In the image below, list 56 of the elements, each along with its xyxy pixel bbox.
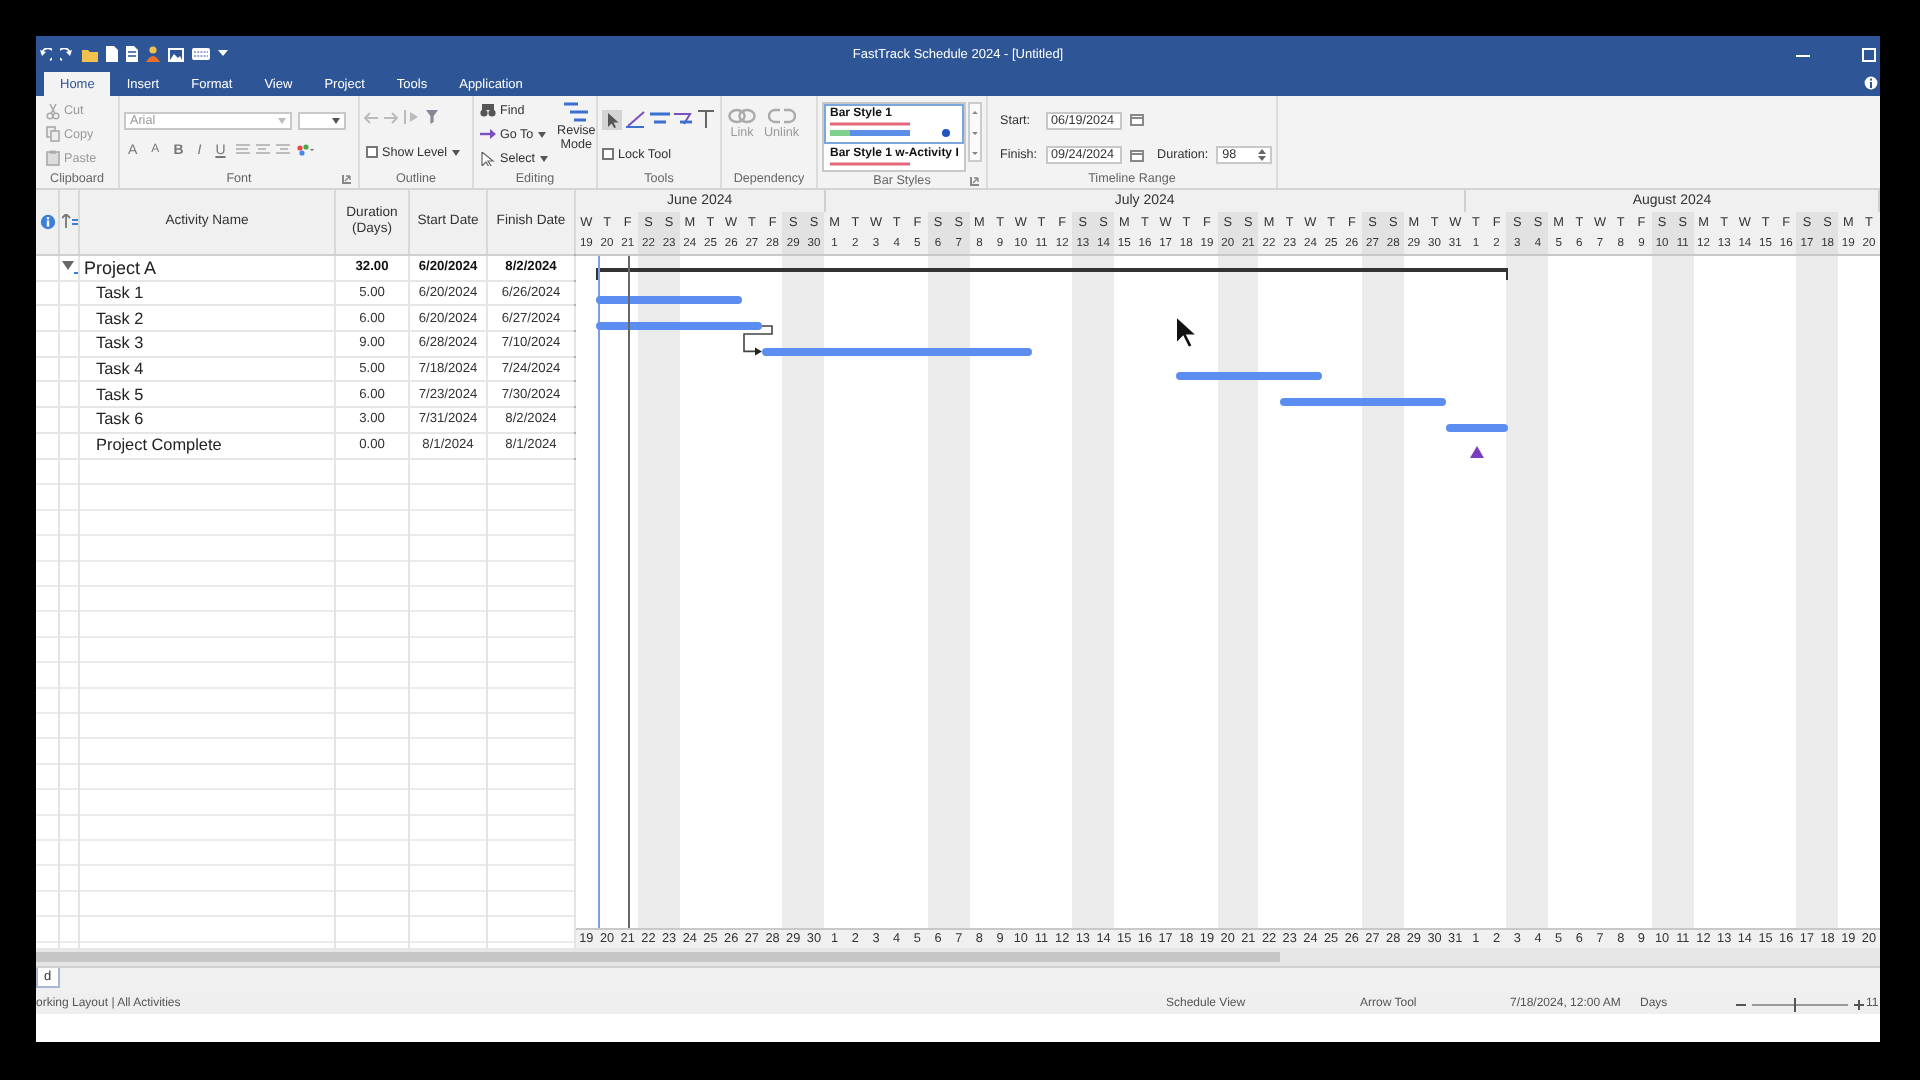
arrow-icon xyxy=(480,127,496,142)
bar-tool-icon[interactable] xyxy=(650,110,670,128)
text-tool-icon[interactable] xyxy=(698,110,714,128)
keyboard-icon[interactable] xyxy=(192,48,210,60)
dropdown-caret-icon xyxy=(539,155,548,162)
activity-name-cell: Project Complete xyxy=(80,433,336,457)
collapse-arrow-icon[interactable] xyxy=(62,260,78,275)
calendar-icon[interactable] xyxy=(1129,149,1144,162)
maximize-icon[interactable] xyxy=(1862,47,1876,61)
dropdown-caret-icon[interactable] xyxy=(218,50,228,58)
activity-name-cell: Task 4 xyxy=(80,357,336,381)
folder-icon[interactable] xyxy=(82,47,98,61)
image-icon[interactable] xyxy=(168,47,184,61)
help-icon[interactable] xyxy=(1864,76,1878,90)
dialog-launcher-icon[interactable] xyxy=(342,174,352,184)
activity-name-cell: Task 1 xyxy=(80,281,336,305)
document-icon[interactable] xyxy=(126,46,138,62)
activity-name-cell: Task 2 xyxy=(80,306,336,331)
copy-icon xyxy=(46,126,60,143)
activity-name-cell: Task 5 xyxy=(80,382,336,407)
dropdown-caret-icon xyxy=(278,118,286,125)
undo-icon[interactable] xyxy=(40,47,52,61)
font-size-field[interactable] xyxy=(298,112,346,131)
redo-icon[interactable] xyxy=(60,47,74,61)
color-palette-icon[interactable] xyxy=(295,144,314,157)
spinner-icon[interactable] xyxy=(1258,148,1267,163)
calendar-icon[interactable] xyxy=(1129,114,1144,127)
activity-name-cell: Task 6 xyxy=(80,408,336,432)
arrow-tool-icon[interactable] xyxy=(602,109,622,129)
dropdown-caret-icon xyxy=(332,118,340,125)
dialog-launcher-icon[interactable] xyxy=(970,176,980,186)
info-icon[interactable] xyxy=(39,214,55,230)
cursor-icon xyxy=(480,151,496,166)
binoculars-icon xyxy=(480,104,496,119)
activity-name-cell: Project A xyxy=(80,256,336,280)
line-tool-icon[interactable] xyxy=(626,110,646,128)
sort-icon[interactable] xyxy=(61,214,77,230)
chain-link-icon xyxy=(728,108,756,124)
cut-icon xyxy=(46,103,60,120)
person-icon[interactable] xyxy=(146,46,160,62)
gantt-bars-icon xyxy=(564,102,589,122)
dropdown-caret-icon xyxy=(451,149,460,156)
scrollbar-thumb[interactable] xyxy=(36,952,1280,962)
broken-link-icon xyxy=(767,108,796,124)
zoom-in-icon[interactable] xyxy=(1854,999,1864,1009)
zoom-out-icon[interactable] xyxy=(1736,999,1746,1009)
bar-style-preview-icon xyxy=(830,122,952,140)
dropdown-caret-icon xyxy=(537,131,546,138)
new-document-icon[interactable] xyxy=(106,46,118,62)
filter-icon[interactable] xyxy=(426,110,442,125)
mouse-pointer-icon xyxy=(1174,314,1198,350)
gallery-scroll-icon[interactable] xyxy=(968,102,982,162)
activity-name-cell: Task 3 xyxy=(80,332,336,356)
horizontal-scrollbar[interactable] xyxy=(36,948,1880,966)
paste-icon xyxy=(46,150,60,167)
connector-tool-icon[interactable] xyxy=(674,110,694,128)
